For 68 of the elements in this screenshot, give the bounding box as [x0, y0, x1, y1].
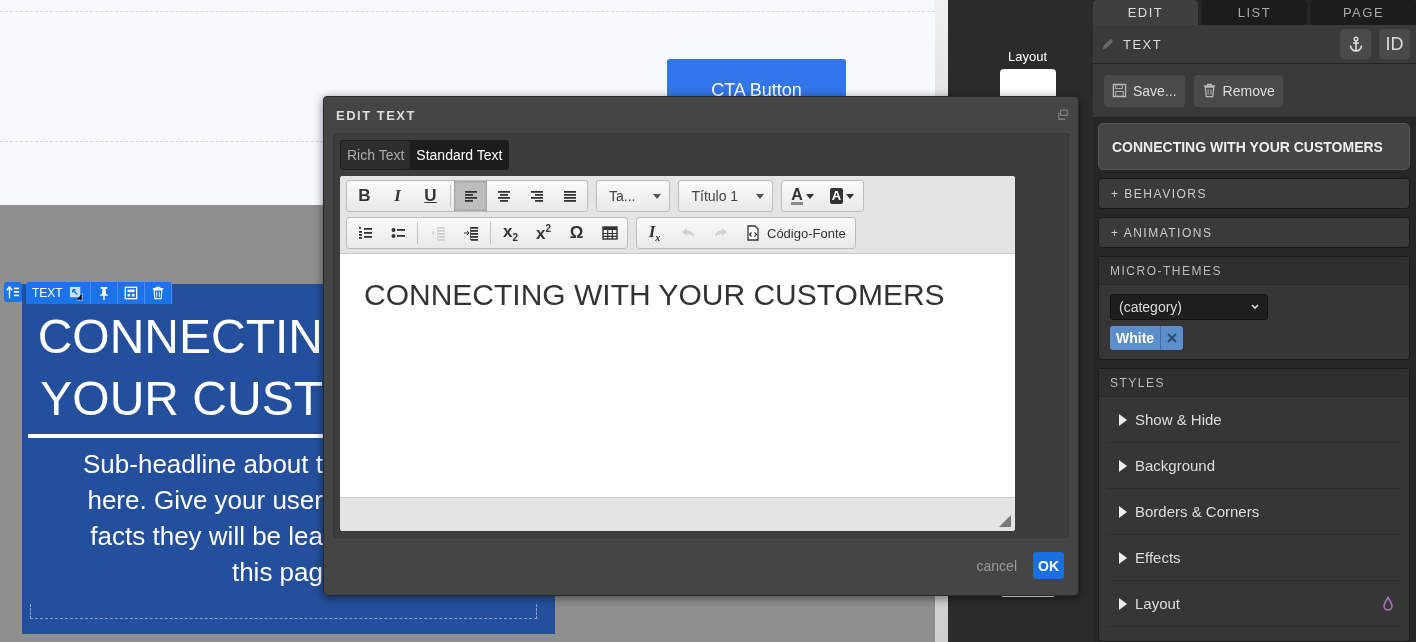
- resize-icon: [68, 285, 84, 301]
- caret-icon: [653, 193, 662, 199]
- source-document-icon: [745, 225, 761, 241]
- indent-icon: [462, 225, 479, 241]
- format-button[interactable]: I: [381, 181, 414, 211]
- panel-title: TEXT: [1123, 36, 1164, 52]
- background-color-button[interactable]: A: [821, 181, 863, 211]
- layout-icon: [123, 286, 138, 300]
- close-icon: [1167, 333, 1178, 343]
- theme-tag: White: [1110, 326, 1184, 350]
- style-group-item[interactable]: Effects: [1107, 535, 1402, 581]
- headline-text: CONNECTIN YOUR CUST: [36, 309, 323, 427]
- panel-tab[interactable]: LIST: [1202, 0, 1307, 25]
- behaviors-section[interactable]: + BEHAVIORS: [1098, 178, 1410, 209]
- style-group-item[interactable]: Show & Hide: [1107, 397, 1402, 443]
- panel-tab[interactable]: PAGE: [1311, 0, 1416, 25]
- anchor-icon: [1347, 36, 1364, 52]
- table-icon: [601, 225, 618, 241]
- trash-icon: [150, 286, 165, 300]
- align-right-icon: [528, 188, 545, 204]
- remove-button[interactable]: Remove: [1193, 74, 1283, 107]
- section-title: STYLES: [1099, 369, 1409, 397]
- align-left-icon: [462, 188, 479, 204]
- category-select[interactable]: (category): [1110, 294, 1268, 320]
- format-button[interactable]: Ω: [560, 218, 593, 248]
- align-center-icon: [495, 188, 512, 204]
- format-button[interactable]: x$_{2}$: [494, 218, 527, 248]
- trash-icon: [1201, 83, 1217, 98]
- source-code-button[interactable]: Código-Fonte: [737, 218, 854, 248]
- element-name: CONNECTING WITH YOUR CUSTOMERS: [1098, 123, 1410, 170]
- numbered-list-icon: [356, 225, 373, 241]
- reorder-handle[interactable]: [4, 282, 22, 302]
- pencil-icon: [1101, 37, 1115, 51]
- style-group-item[interactable]: Borders & Corners: [1107, 489, 1402, 535]
- anchor-button[interactable]: [1340, 29, 1371, 59]
- editor-content[interactable]: CONNECTING WITH YOUR CUSTOMERS: [340, 254, 1015, 497]
- editor-tab[interactable]: Standard Text: [410, 141, 509, 169]
- chevron-down-icon: [1251, 304, 1259, 310]
- panel-tab[interactable]: EDIT: [1093, 0, 1198, 25]
- text-color-button[interactable]: A: [783, 181, 822, 211]
- style-group-item[interactable]: Layout: [1107, 581, 1402, 627]
- format-dropdown[interactable]: Ta...: [596, 180, 671, 212]
- widget-label: Layout: [1007, 49, 1047, 64]
- id-button[interactable]: ID: [1379, 29, 1410, 59]
- dialog-title: EDIT TEXT: [336, 107, 416, 123]
- align-left-button[interactable]: [454, 181, 487, 211]
- outdent-icon: [429, 225, 446, 241]
- animations-section[interactable]: + ANIMATIONS: [1098, 217, 1410, 248]
- style-group-item[interactable]: Background: [1107, 443, 1402, 489]
- format-button[interactable]: U: [414, 181, 447, 211]
- format-button[interactable]: I$_{x}$: [638, 218, 671, 248]
- element-type-label: TEXT: [31, 285, 63, 302]
- bulleted-list-icon: [389, 225, 406, 241]
- format-dropdown[interactable]: Título 1: [678, 180, 774, 212]
- restore-window-icon: [1057, 109, 1068, 120]
- caret-icon: [846, 193, 855, 199]
- format-button[interactable]: B: [348, 181, 381, 211]
- subheadline-text: Sub-headline about t here. Give your user facts they will be lea this pag: [82, 448, 323, 589]
- section-title: MICRO-THEMES: [1099, 257, 1409, 285]
- justify-icon: [561, 188, 578, 204]
- format-button[interactable]: x$^{2}$: [527, 218, 560, 248]
- caret-icon: [805, 193, 814, 199]
- caret-icon: [756, 193, 765, 199]
- ok-button[interactable]: OK: [1033, 552, 1064, 579]
- reorder-icon: [6, 285, 20, 299]
- save-button[interactable]: Save...: [1104, 74, 1185, 107]
- resize-grip-icon: [999, 515, 1011, 527]
- editor-tab[interactable]: Rich Text: [341, 141, 411, 169]
